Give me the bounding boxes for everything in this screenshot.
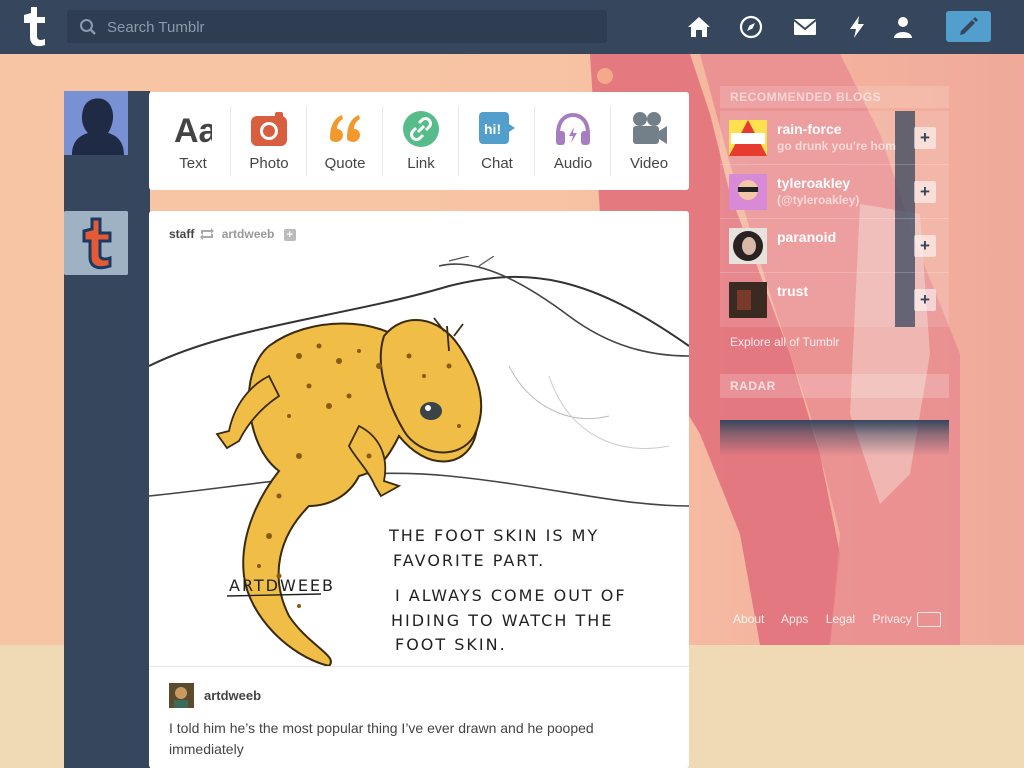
blog-color-band (895, 273, 915, 327)
footer-link-privacy[interactable]: Privacy (872, 612, 911, 626)
post-type-chat[interactable]: hi! Chat (459, 92, 535, 190)
post-caption: I told him he’s the most popular thing I… (169, 720, 594, 757)
search-icon (80, 19, 96, 35)
post-type-label: Text (179, 155, 207, 172)
artwork-text-line: THE FOOT SKIN IS MY (388, 526, 599, 545)
footer-link-apps[interactable]: Apps (781, 612, 808, 626)
footer-link-legal[interactable]: Legal (826, 612, 855, 626)
gecko-drawing: ARTDWEEB THE FOOT SKIN IS MY FAVORITE PA… (149, 256, 689, 666)
artwork-text-line: FOOT SKIN. (395, 635, 507, 654)
top-navigation-bar (0, 0, 1024, 54)
post-divider (149, 666, 689, 667)
explore-icon[interactable] (739, 15, 763, 39)
follow-plus-icon[interactable]: + (283, 228, 296, 241)
post-type-label: Quote (324, 155, 366, 172)
post-type-video[interactable]: Video (611, 92, 687, 190)
recommended-blog-item[interactable]: trust + (720, 273, 949, 327)
reblog-icon (200, 228, 214, 240)
radar-title: RADAR (720, 374, 949, 398)
headphones-icon (556, 112, 590, 145)
video-camera-icon (633, 112, 667, 144)
post-header: staff artdweeb + (169, 227, 296, 241)
blog-avatar (729, 282, 767, 318)
blog-color-band (895, 165, 915, 219)
svg-text:Aa: Aa (174, 112, 212, 148)
radar-content[interactable] (720, 420, 949, 600)
post-type-label: Video (629, 155, 669, 172)
post-type-label: Audio (553, 155, 593, 172)
author-name[interactable]: artdweeb (204, 688, 261, 703)
activity-icon[interactable] (845, 15, 869, 39)
search-box[interactable] (67, 10, 607, 45)
post-type-selector: Aa Text Photo Quote Link hi! Chat Audio … (149, 92, 689, 190)
camera-icon (251, 112, 287, 146)
dashboard-left-rail (64, 91, 150, 768)
account-icon[interactable] (891, 15, 915, 39)
follow-button[interactable]: + (914, 289, 936, 311)
search-input[interactable] (105, 10, 599, 45)
pencil-icon (960, 17, 978, 35)
footer-link-about[interactable]: About (733, 612, 764, 626)
post-type-audio[interactable]: Audio (535, 92, 611, 190)
home-icon[interactable] (687, 15, 711, 39)
tumblr-logo[interactable] (16, 7, 50, 47)
blog-color-band (895, 111, 915, 165)
reblogger-name[interactable]: staff (169, 227, 194, 241)
post-type-label: Chat (481, 155, 513, 172)
messages-icon[interactable] (793, 15, 817, 39)
blog-name: paranoid (777, 229, 837, 245)
my-avatar[interactable] (64, 91, 128, 155)
follow-button[interactable]: + (914, 235, 936, 257)
compose-button[interactable] (946, 11, 991, 42)
post-type-link[interactable]: Link (383, 92, 459, 190)
post-type-photo[interactable]: Photo (231, 92, 307, 190)
chat-icon: hi! (479, 112, 515, 144)
artwork-text-line: HIDING TO WATCH THE (391, 611, 613, 630)
keyboard-shortcuts-icon[interactable] (917, 612, 941, 627)
blog-subtitle: go drunk you're hom (777, 139, 896, 153)
blog-name: trust (777, 283, 809, 299)
explore-link[interactable]: Explore all of Tumblr (730, 335, 839, 349)
text-icon: Aa (174, 112, 212, 148)
artwork-signature: ARTDWEEB (229, 576, 335, 595)
blog-avatar (729, 174, 767, 210)
recommended-blog-item[interactable]: paranoid + (720, 219, 949, 273)
recommended-blogs-title: RECOMMENDED BLOGS (720, 86, 949, 108)
blog-avatar (729, 228, 767, 264)
recommended-blog-item[interactable]: rain-force go drunk you're hom + (720, 111, 949, 165)
author-avatar[interactable] (169, 683, 194, 708)
link-icon (403, 111, 439, 147)
blog-name: rain-force (777, 121, 842, 137)
follow-button[interactable]: + (914, 181, 936, 203)
svg-text:hi!: hi! (484, 121, 501, 137)
staff-avatar[interactable] (64, 211, 128, 275)
artwork-text-line: FAVORITE PART. (393, 551, 545, 570)
post-type-label: Photo (249, 155, 289, 172)
footer-links: About Apps Legal Privacy (733, 612, 926, 626)
post-type-quote[interactable]: Quote (307, 92, 383, 190)
post-type-text[interactable]: Aa Text (155, 92, 231, 190)
dashboard-post: staff artdweeb + ARTDWEEB THE FOOT SKIN … (149, 211, 689, 768)
quote-icon (330, 115, 360, 142)
follow-button[interactable]: + (914, 127, 936, 149)
blog-avatar (729, 120, 767, 156)
artwork-text-line: I ALWAYS COME OUT OF (395, 586, 627, 605)
source-blog-name[interactable]: artdweeb (222, 227, 275, 241)
blog-subtitle: (@tyleroakley) (777, 193, 860, 207)
recommended-blog-item[interactable]: tyleroakley (@tyleroakley) + (720, 165, 949, 219)
blog-name: tyleroakley (777, 175, 851, 191)
blog-color-band (895, 219, 915, 273)
post-type-label: Link (407, 155, 435, 172)
